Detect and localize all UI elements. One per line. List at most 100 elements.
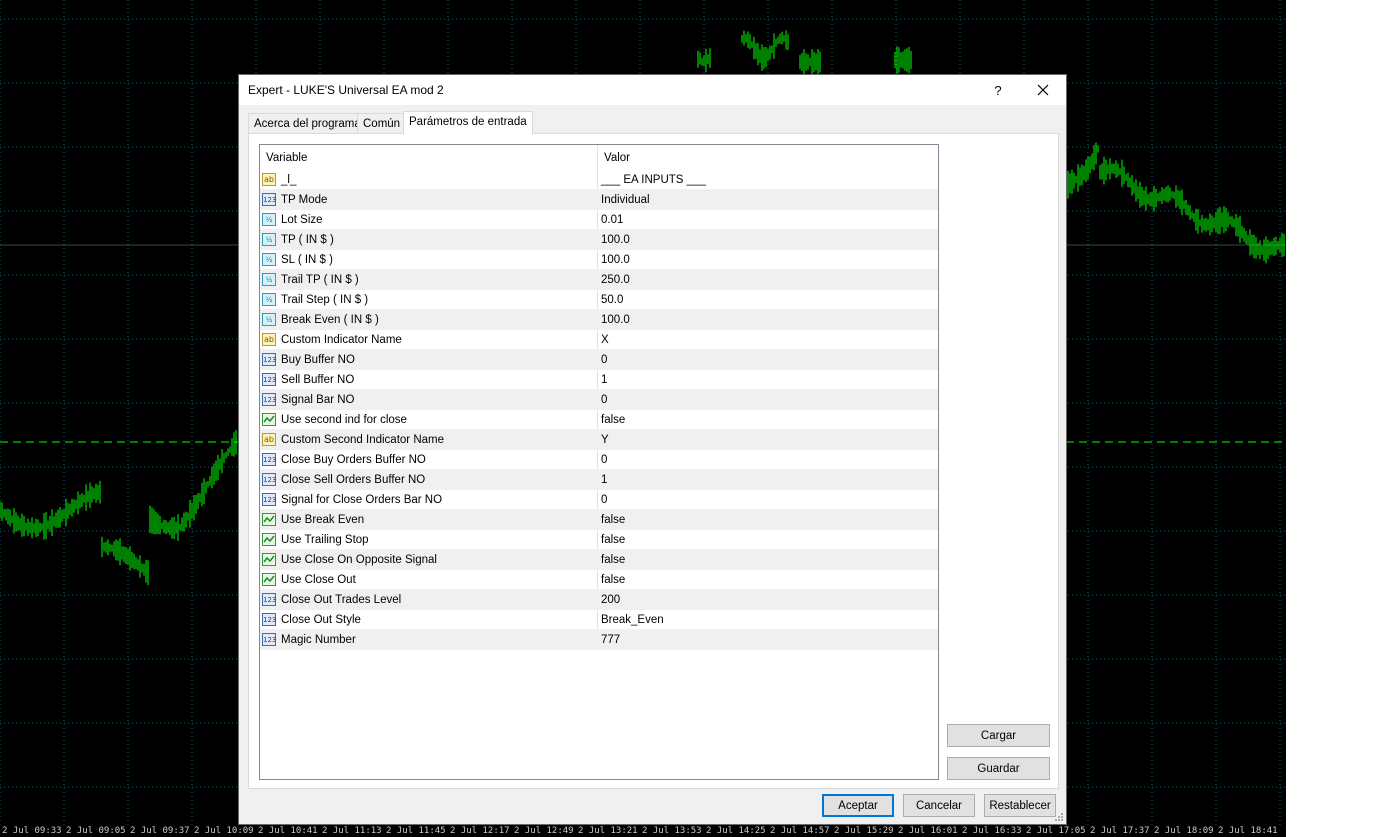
column-header-variable[interactable]: Variable xyxy=(266,152,307,164)
table-row[interactable]: ½ TP ( IN $ ) 100.0 xyxy=(260,230,938,250)
time-axis-label: 2 Jul 11:45 xyxy=(386,826,446,836)
variable-value[interactable]: 100.0 xyxy=(601,234,630,246)
table-row[interactable]: Use Close On Opposite Signal false xyxy=(260,550,938,570)
time-axis-label: 2 Jul 14:57 xyxy=(770,826,830,836)
int-type-icon: 123 xyxy=(262,613,276,626)
int-type-icon: 123 xyxy=(262,493,276,506)
variable-value[interactable]: 50.0 xyxy=(601,294,623,306)
time-axis-label: 2 Jul 10:09 xyxy=(194,826,254,836)
variable-value[interactable]: 250.0 xyxy=(601,274,630,286)
variable-name: Signal for Close Orders Bar NO xyxy=(281,494,443,506)
variable-name: Lot Size xyxy=(281,214,323,226)
variable-value[interactable]: Y xyxy=(601,434,609,446)
table-row[interactable]: 123 Signal for Close Orders Bar NO 0 xyxy=(260,490,938,510)
variable-value[interactable]: 1 xyxy=(601,374,607,386)
variable-value[interactable]: 0.01 xyxy=(601,214,623,226)
table-row[interactable]: Use Trailing Stop false xyxy=(260,530,938,550)
variable-name: _l_ xyxy=(281,174,297,186)
cancel-button[interactable]: Cancelar xyxy=(903,794,975,817)
variable-value[interactable]: 100.0 xyxy=(601,254,630,266)
variable-name: Custom Second Indicator Name xyxy=(281,434,444,446)
bool-type-icon xyxy=(262,553,276,566)
variable-name: Close Out Trades Level xyxy=(281,594,402,606)
variable-value[interactable]: false xyxy=(601,534,625,546)
variable-name: TP Mode xyxy=(281,194,328,206)
table-row[interactable]: 123 Sell Buffer NO 1 xyxy=(260,370,938,390)
resize-grip-icon[interactable] xyxy=(1054,812,1064,822)
variable-name: Close Sell Orders Buffer NO xyxy=(281,474,426,486)
variable-name: Close Out Style xyxy=(281,614,361,626)
variable-value[interactable]: Break_Even xyxy=(601,614,664,626)
time-axis: 2 Jul 09:33 2 Jul 09:05 2 Jul 09:37 2 Jul 1… xyxy=(0,826,1286,837)
time-axis-label: 2 Jul 09:33 xyxy=(2,826,62,836)
variable-name: Use Close Out xyxy=(281,574,356,586)
close-button[interactable] xyxy=(1020,75,1066,105)
double-type-icon: ½ xyxy=(262,313,276,326)
variable-value[interactable]: 200 xyxy=(601,594,620,606)
table-row[interactable]: 123 Buy Buffer NO 0 xyxy=(260,350,938,370)
variable-value[interactable]: 0 xyxy=(601,454,607,466)
save-button[interactable]: Guardar xyxy=(947,757,1050,780)
table-row[interactable]: ½ Trail Step ( IN $ ) 50.0 xyxy=(260,290,938,310)
grid-header: Variable Valor xyxy=(260,145,938,170)
load-button[interactable]: Cargar xyxy=(947,724,1050,747)
table-row[interactable]: Use Break Even false xyxy=(260,510,938,530)
variable-name: Use Close On Opposite Signal xyxy=(281,554,437,566)
variable-value[interactable]: false xyxy=(601,574,625,586)
tab-acerca-del-programa[interactable]: Acerca del programa xyxy=(248,113,367,133)
table-row[interactable]: ½ Lot Size 0.01 xyxy=(260,210,938,230)
table-row[interactable]: Use second ind for close false xyxy=(260,410,938,430)
double-type-icon: ½ xyxy=(262,253,276,266)
time-axis-label: 2 Jul 16:01 xyxy=(898,826,958,836)
table-row[interactable]: Use Close Out false xyxy=(260,570,938,590)
inputs-grid[interactable]: Variable Valor ab _l_ ___ EA INPUTS ___ 123… xyxy=(259,144,939,780)
time-axis-label: 2 Jul 12:49 xyxy=(514,826,574,836)
time-axis-label: 2 Jul 14:25 xyxy=(706,826,766,836)
variable-value[interactable]: 100.0 xyxy=(601,314,630,326)
table-row[interactable]: ½ Break Even ( IN $ ) 100.0 xyxy=(260,310,938,330)
int-type-icon: 123 xyxy=(262,373,276,386)
table-row[interactable]: 123 Close Out Style Break_Even xyxy=(260,610,938,630)
table-row[interactable]: 123 Signal Bar NO 0 xyxy=(260,390,938,410)
help-button[interactable]: ? xyxy=(980,75,1016,105)
string-type-icon: ab xyxy=(262,173,276,186)
table-row[interactable]: 123 Magic Number 777 xyxy=(260,630,938,650)
variable-value[interactable]: false xyxy=(601,514,625,526)
table-row[interactable]: 123 TP Mode Individual xyxy=(260,190,938,210)
variable-value[interactable]: 0 xyxy=(601,394,607,406)
ok-button[interactable]: Aceptar xyxy=(822,794,894,817)
variable-value[interactable]: false xyxy=(601,414,625,426)
table-row[interactable]: ½ SL ( IN $ ) 100.0 xyxy=(260,250,938,270)
double-type-icon: ½ xyxy=(262,213,276,226)
variable-value[interactable]: 777 xyxy=(601,634,620,646)
column-header-value[interactable]: Valor xyxy=(604,152,630,164)
table-row[interactable]: ½ Trail TP ( IN $ ) 250.0 xyxy=(260,270,938,290)
table-row[interactable]: ab _l_ ___ EA INPUTS ___ xyxy=(260,170,938,190)
variable-value[interactable]: Individual xyxy=(601,194,650,206)
variable-value[interactable]: 0 xyxy=(601,494,607,506)
reset-button[interactable]: Restablecer xyxy=(984,794,1056,817)
variable-name: Close Buy Orders Buffer NO xyxy=(281,454,426,466)
table-row[interactable]: ab Custom Indicator Name X xyxy=(260,330,938,350)
table-row[interactable]: ab Custom Second Indicator Name Y xyxy=(260,430,938,450)
double-type-icon: ½ xyxy=(262,233,276,246)
tab-comun[interactable]: Común xyxy=(357,113,407,133)
variable-value[interactable]: false xyxy=(601,554,625,566)
title-bar[interactable]: Expert - LUKE'S Universal EA mod 2 ? xyxy=(239,75,1066,105)
table-row[interactable]: 123 Close Buy Orders Buffer NO 0 xyxy=(260,450,938,470)
dialog-title: Expert - LUKE'S Universal EA mod 2 xyxy=(248,83,444,97)
variable-value[interactable]: 1 xyxy=(601,474,607,486)
variable-value[interactable]: X xyxy=(601,334,609,346)
int-type-icon: 123 xyxy=(262,633,276,646)
tab-parametros-de-entrada[interactable]: Parámetros de entrada xyxy=(403,111,533,134)
time-axis-label: 2 Jul 13:21 xyxy=(578,826,638,836)
variable-name: Use Trailing Stop xyxy=(281,534,369,546)
grid-body: ab _l_ ___ EA INPUTS ___ 123 TP Mode Individu… xyxy=(260,170,938,650)
expert-properties-dialog: Expert - LUKE'S Universal EA mod 2 ? Ace… xyxy=(238,74,1067,825)
time-axis-label: 2 Jul 17:37 xyxy=(1090,826,1150,836)
tab-panel: Variable Valor ab _l_ ___ EA INPUTS ___ 123… xyxy=(248,133,1059,789)
table-row[interactable]: 123 Close Out Trades Level 200 xyxy=(260,590,938,610)
variable-value[interactable]: 0 xyxy=(601,354,607,366)
variable-value[interactable]: ___ EA INPUTS ___ xyxy=(601,174,706,186)
table-row[interactable]: 123 Close Sell Orders Buffer NO 1 xyxy=(260,470,938,490)
